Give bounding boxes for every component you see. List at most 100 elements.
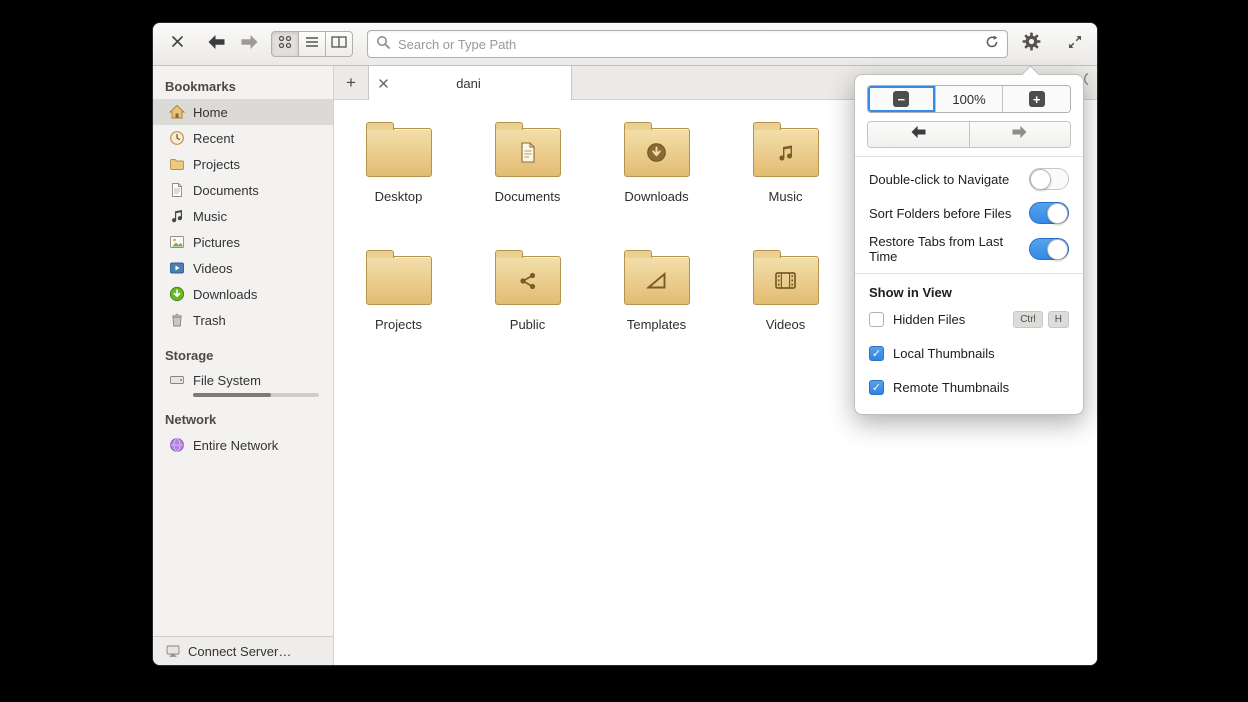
trash-icon [169,312,185,328]
column-view-icon [331,35,347,53]
local-thumbnails-row[interactable]: ✓ Local Thumbnails [855,336,1083,370]
view-switcher [271,31,353,57]
list-view-button[interactable] [298,31,326,57]
sidebar-item-label: Videos [193,260,233,276]
fullscreen-button[interactable] [1067,34,1083,55]
search-input[interactable] [396,35,979,53]
hidden-files-label: Hidden Files [893,311,966,327]
sidebar-item-downloads[interactable]: Downloads [153,281,333,307]
zoom-in-button[interactable]: + [1002,86,1070,112]
shortcut-key-ctrl: Ctrl [1013,310,1043,328]
sidebar-item-projects[interactable]: Projects [153,151,333,177]
remote-thumbnails-row[interactable]: ✓ Remote Thumbnails [855,370,1083,404]
location-search-bar[interactable] [367,30,1008,58]
sidebar-item-home[interactable]: Home [153,99,333,125]
file-item-downloads[interactable]: Downloads [601,122,713,204]
zoom-control: − 100% + [867,85,1071,113]
document-emblem-icon [496,129,560,176]
sidebar-item-trash[interactable]: Trash [153,307,333,333]
toggle-knob [1047,239,1068,260]
file-item-projects[interactable]: Projects [343,250,455,332]
file-label: Projects [375,317,422,332]
sidebar-item-recent[interactable]: Recent [153,125,333,151]
tab-label: dani [456,75,481,91]
back-button[interactable] [207,34,226,55]
storage-section-header: Storage [165,348,214,363]
sidebar-item-label: Home [193,104,228,120]
file-item-music[interactable]: Music [730,122,842,204]
forward-button[interactable] [240,34,259,55]
sort-folders-toggle[interactable] [1029,202,1069,224]
expand-icon [1067,34,1083,55]
sidebar-item-label: Music [193,208,227,224]
file-item-documents[interactable]: Documents [472,122,584,204]
window-close-button[interactable] [167,35,187,53]
sidebar-item-pictures[interactable]: Pictures [153,229,333,255]
connect-server-button[interactable]: Connect Server… [153,636,333,665]
sidebar-item-entire-network[interactable]: Entire Network [153,432,333,458]
file-label: Videos [765,317,806,332]
zoom-out-icon: − [893,91,910,107]
back-arrow-icon [910,125,927,144]
file-label: Desktop [374,189,423,204]
shortcut-key-h: H [1047,310,1069,328]
sidebar-item-label: Documents [193,182,259,198]
restore-tabs-row: Restore Tabs from Last Time [855,230,1083,268]
sort-folders-label: Sort Folders before Files [869,205,1012,221]
sidebar-item-label: Pictures [193,234,240,250]
separator [855,273,1083,274]
double-click-row: Double-click to Navigate [855,162,1083,196]
zoom-out-button[interactable]: − [868,86,935,112]
remote-thumbnails-label: Remote Thumbnails [893,379,1010,395]
sidebar-item-documents[interactable]: Documents [153,177,333,203]
restore-tabs-toggle[interactable] [1029,238,1069,260]
double-click-label: Double-click to Navigate [869,171,1010,187]
popover-back-button[interactable] [868,122,969,147]
download-emblem-icon [625,129,689,176]
sidebar-item-music[interactable]: Music [153,203,333,229]
local-thumbnails-label: Local Thumbnails [893,345,995,361]
sidebar-item-label: Projects [193,156,240,172]
local-thumbnails-checkbox[interactable]: ✓ [869,345,884,361]
folder-icon [365,122,432,177]
document-icon [169,182,185,198]
hidden-files-checkbox[interactable] [869,311,884,327]
tab-close-button[interactable] [379,78,388,88]
new-tab-button[interactable]: + [334,66,368,99]
headerbar [153,23,1097,66]
network-section-header: Network [165,412,217,427]
refresh-icon[interactable] [985,35,999,54]
list-view-icon [305,35,319,53]
file-item-videos[interactable]: Videos [730,250,842,332]
folder-icon [623,122,690,177]
remote-thumbnails-checkbox[interactable]: ✓ [869,379,884,395]
zoom-level[interactable]: 100% [934,86,1003,112]
restore-tabs-label: Restore Tabs from Last Time [869,234,1004,264]
file-item-templates[interactable]: Templates [601,250,713,332]
separator [855,156,1083,157]
popover-forward-button[interactable] [968,122,1070,147]
drive-icon [169,372,185,388]
file-label: Music [768,189,803,204]
sidebar-item-label: Trash [193,312,226,328]
sidebar-item-label: File System [193,372,261,388]
double-click-toggle[interactable] [1029,168,1069,190]
tab-dani[interactable]: dani [368,66,572,100]
grid-view-icon [278,35,292,54]
folder-icon [494,250,561,305]
sidebar-item-videos[interactable]: Videos [153,255,333,281]
forward-arrow-icon [240,34,259,55]
toggle-knob [1047,203,1068,224]
sidebar: Bookmarks Home Recent Projects Documents… [153,66,334,665]
download-icon [169,286,185,302]
sort-folders-row: Sort Folders before Files [855,196,1083,230]
file-label: Downloads [624,189,689,204]
hidden-files-row[interactable]: Hidden Files Ctrl H [855,302,1083,336]
template-emblem-icon [625,257,689,304]
file-item-public[interactable]: Public [472,250,584,332]
column-view-button[interactable] [325,31,353,57]
sidebar-item-filesystem[interactable]: File System [153,369,333,397]
grid-view-button[interactable] [271,31,299,57]
settings-menu-button[interactable] [1022,32,1041,56]
file-item-desktop[interactable]: Desktop [343,122,455,204]
